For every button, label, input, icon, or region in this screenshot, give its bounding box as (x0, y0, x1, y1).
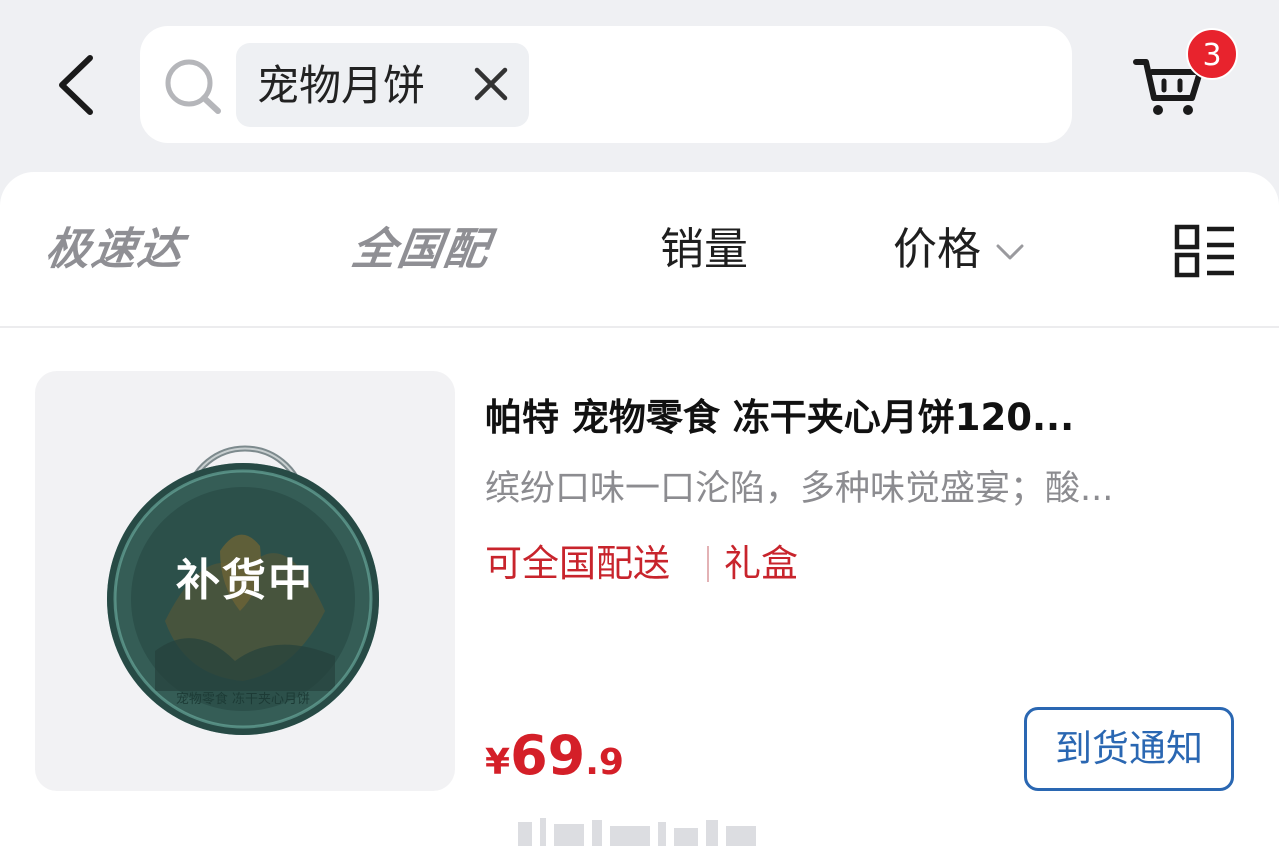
tab-price[interactable]: 价格 (893, 224, 981, 276)
clear-search-button[interactable] (471, 63, 511, 105)
layout-toggle-button[interactable] (1174, 224, 1236, 278)
chevron-down-icon (994, 241, 1026, 263)
tab-sales[interactable]: 销量 (660, 224, 748, 276)
price-integer: 69 (510, 724, 586, 787)
product-price: ¥69.9 (485, 724, 624, 787)
divider (0, 326, 1279, 328)
list-grid-toggle-icon (1174, 224, 1234, 278)
restock-status-overlay: 补货中 (176, 555, 314, 606)
back-arrow-icon (59, 55, 93, 115)
close-icon (474, 67, 508, 101)
search-keyword-label: 宠物月饼 (257, 61, 426, 110)
tab-nationwide-delivery[interactable]: 全国配 (348, 224, 493, 276)
search-icon (161, 56, 225, 116)
tag-gift-box: 礼盒 (724, 542, 798, 585)
price-decimal: .9 (585, 742, 624, 783)
product-image-caption: 宠物零食 冻干夹心月饼 (176, 691, 310, 707)
product-title[interactable]: 帕特 宠物零食 冻干夹心月饼120... (485, 392, 1230, 444)
product-subtitle: 缤纷口味一口沦陷，多种味觉盛宴；酸... (485, 469, 1114, 509)
restock-notify-button[interactable]: 到货通知 (1024, 707, 1234, 791)
next-item-preview (518, 818, 776, 848)
tag-divider (707, 546, 709, 582)
tab-express-delivery[interactable]: 极速达 (42, 224, 187, 276)
tag-nationwide-shipping: 可全国配送 (485, 542, 670, 585)
price-currency: ¥ (485, 742, 511, 783)
back-button[interactable] (52, 50, 102, 120)
cart-count-badge: 3 (1186, 28, 1238, 80)
